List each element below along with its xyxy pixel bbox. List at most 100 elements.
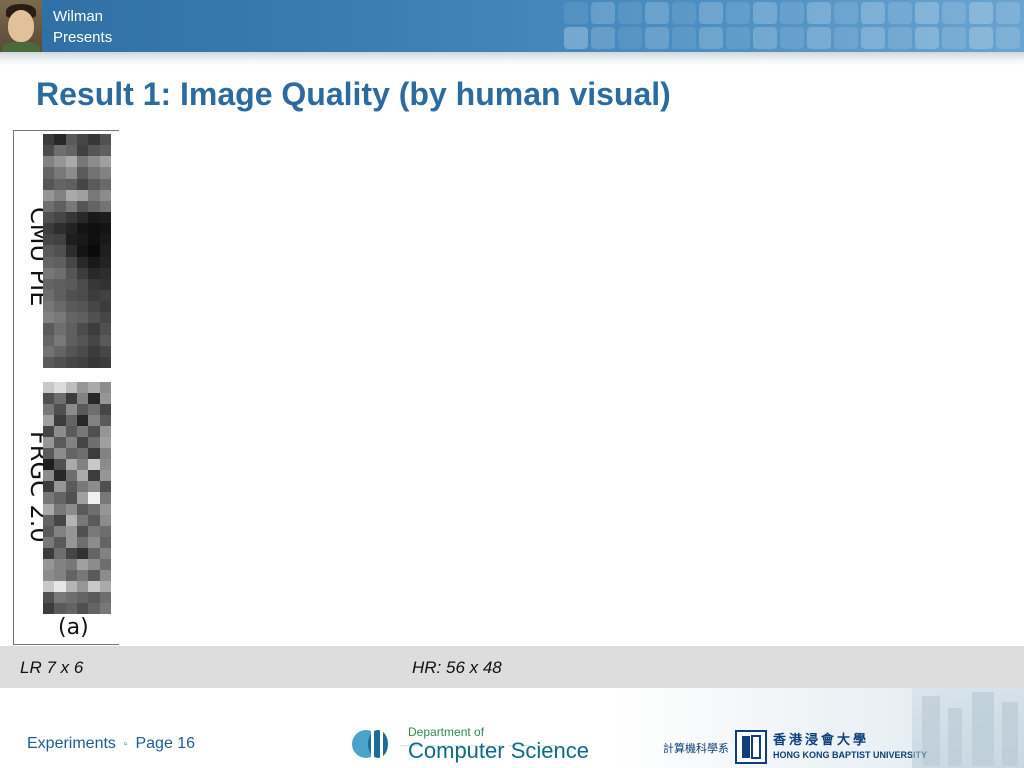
lr-pixel [76, 503, 89, 515]
lr-pixel [43, 234, 55, 246]
lr-pixel [99, 200, 111, 212]
lr-pixel [88, 558, 100, 570]
header-tile [672, 27, 696, 49]
lr-pixel [54, 200, 66, 212]
lr-pixel [99, 356, 111, 368]
lr-pixel [54, 156, 66, 168]
lr-pixel [65, 345, 77, 357]
lr-pixel [76, 323, 89, 335]
lr-pixel [88, 334, 100, 346]
lr-pixel [88, 459, 100, 471]
lr-pixel [54, 145, 66, 157]
lr-pixel [88, 393, 100, 405]
lr-pixel [65, 481, 77, 493]
lr-pixel [88, 278, 100, 290]
lr-pixel [65, 267, 77, 279]
lr-pixel [54, 481, 66, 493]
lr-pixel [99, 234, 111, 246]
lr-pixel [76, 580, 89, 592]
lr-pixel [65, 459, 77, 471]
dept-of-label: Department of [408, 725, 485, 739]
lr-pixel [43, 481, 55, 493]
lr-pixel [88, 591, 100, 603]
header-tile [807, 2, 831, 24]
lr-pixel [99, 536, 111, 548]
lr-pixel [65, 356, 77, 368]
lr-pixel [99, 393, 111, 405]
lr-pixel [76, 481, 89, 493]
caption-lr: LR 7 x 6 [20, 658, 84, 677]
lr-pixel [54, 212, 66, 224]
header-tile [726, 2, 750, 24]
lr-pixel [65, 156, 77, 168]
lr-pixel [43, 536, 55, 548]
lr-pixel [43, 547, 55, 559]
lr-pixel [65, 580, 77, 592]
lr-pixel [54, 223, 66, 235]
presenter-line-1: Wilman [53, 8, 104, 25]
lr-pixel [88, 602, 100, 614]
header-tile [645, 27, 669, 49]
lr-pixel [99, 278, 111, 290]
lr-pixel [65, 134, 77, 146]
lr-pixel [99, 580, 111, 592]
lr-pixel [43, 301, 55, 313]
lr-pixel [88, 290, 100, 302]
panel-label: (a) [58, 615, 89, 640]
lr-pixel [54, 178, 66, 190]
lr-pixel [99, 404, 111, 416]
lr-pixel [43, 404, 55, 416]
lr-pixel [99, 334, 111, 346]
lr-pixel [43, 426, 55, 438]
lr-pixel [54, 256, 66, 268]
lr-pixel [99, 547, 111, 559]
lr-pixel [88, 404, 100, 416]
lr-pixel [76, 267, 89, 279]
lr-pixel [65, 547, 77, 559]
figure-panel: CMU PIE FRGC 2.0 (a) [13, 130, 119, 645]
lr-pixel [76, 312, 89, 324]
header-tile [915, 2, 939, 24]
header-tile [861, 27, 885, 49]
lr-pixel [43, 156, 55, 168]
lr-pixel [43, 459, 55, 471]
lr-pixel [99, 525, 111, 537]
lr-pixel [99, 415, 111, 427]
header-tile [618, 27, 642, 49]
lr-pixel [99, 602, 111, 614]
lr-pixel [43, 591, 55, 603]
header-tile [780, 2, 804, 24]
lr-pixel [65, 234, 77, 246]
slide-header: Wilman Presents [0, 0, 1024, 52]
lr-pixel [76, 178, 89, 190]
lr-pixel [54, 234, 66, 246]
lr-pixel [65, 290, 77, 302]
lr-pixel [76, 492, 89, 504]
university-chinese: 香港浸會大學 [773, 733, 870, 748]
lr-pixel [99, 223, 111, 235]
header-tile [969, 2, 993, 24]
lr-pixel [99, 481, 111, 493]
header-tile [834, 27, 858, 49]
lr-pixel [43, 312, 55, 324]
lr-pixel [76, 189, 89, 201]
header-tile [834, 2, 858, 24]
lr-pixel [99, 212, 111, 224]
lr-pixel [65, 256, 77, 268]
header-tile [699, 27, 723, 49]
lr-pixel [88, 156, 100, 168]
lr-pixel [54, 558, 66, 570]
header-tile [807, 27, 831, 49]
lr-pixel [76, 470, 89, 482]
lr-pixel [43, 437, 55, 449]
lr-pixel [43, 558, 55, 570]
lr-pixel [99, 245, 111, 257]
lr-pixel [88, 492, 100, 504]
lr-pixel [88, 356, 100, 368]
lr-pixel [99, 167, 111, 179]
lr-pixel [88, 569, 100, 581]
lr-pixel [43, 448, 55, 460]
lr-pixel [65, 278, 77, 290]
lr-pixel [43, 514, 55, 526]
lr-pixel [99, 301, 111, 313]
